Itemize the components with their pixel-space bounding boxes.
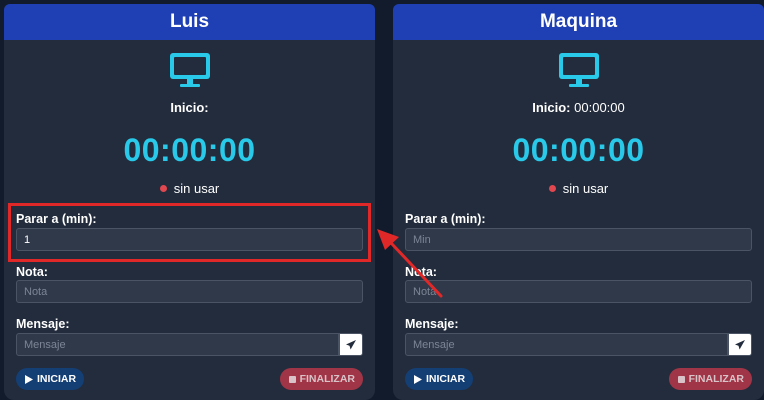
iniciar-button[interactable]: INICIAR xyxy=(405,368,474,390)
iniciar-label: INICIAR xyxy=(37,373,77,385)
status-text: sin usar xyxy=(562,181,609,196)
play-icon xyxy=(25,374,33,384)
nota-label: Nota: xyxy=(16,265,48,279)
elapsed-timer: 00:00:00 xyxy=(512,132,645,168)
inicio-row: Inicio: xyxy=(4,100,375,115)
stop-icon xyxy=(677,375,685,383)
station-name: Maquina xyxy=(539,11,618,32)
stop-icon xyxy=(288,375,296,383)
monitor-icon xyxy=(393,52,764,88)
status-dot-icon xyxy=(548,185,556,192)
mensaje-input[interactable] xyxy=(16,333,339,356)
status-dot-icon xyxy=(159,185,167,192)
mensaje-input[interactable] xyxy=(405,333,728,356)
monitor-icon xyxy=(4,52,375,88)
status-text: sin usar xyxy=(173,181,220,196)
station-header: Luis xyxy=(4,4,375,40)
finalizar-button[interactable]: FINALIZAR xyxy=(668,368,752,390)
nota-label: Nota: xyxy=(405,265,437,279)
finalizar-label: FINALIZAR xyxy=(299,373,355,385)
inicio-label: Inicio: xyxy=(170,100,209,115)
iniciar-label: INICIAR xyxy=(426,373,466,385)
paper-plane-icon xyxy=(346,339,356,349)
nota-input[interactable] xyxy=(405,280,752,303)
inicio-row: Inicio: 00:00:00 xyxy=(393,100,764,115)
send-message-button[interactable] xyxy=(339,333,363,356)
station-card-maquina: Maquina Inicio: 00:00:00 00:00:00 sin us… xyxy=(393,4,764,400)
mensaje-label: Mensaje: xyxy=(16,317,70,331)
status-row: sin usar xyxy=(4,181,375,196)
station-name: Luis xyxy=(169,11,210,32)
play-icon xyxy=(414,374,422,384)
station-header: Maquina xyxy=(393,4,764,40)
finalizar-button[interactable]: FINALIZAR xyxy=(279,368,363,390)
parar-input[interactable] xyxy=(405,228,752,251)
annotation-highlight-box xyxy=(8,203,371,262)
elapsed-timer: 00:00:00 xyxy=(123,132,256,168)
parar-label: Parar a (min): xyxy=(405,212,486,226)
status-row: sin usar xyxy=(393,181,764,196)
stage: Luis Inicio: 00:00:00 sin usar Parar a (… xyxy=(0,0,764,400)
inicio-label: Inicio: xyxy=(532,100,571,115)
finalizar-label: FINALIZAR xyxy=(688,373,744,385)
station-card-luis: Luis Inicio: 00:00:00 sin usar Parar a (… xyxy=(4,4,375,400)
paper-plane-icon xyxy=(735,339,745,349)
send-message-button[interactable] xyxy=(728,333,752,356)
mensaje-label: Mensaje: xyxy=(405,317,459,331)
iniciar-button[interactable]: INICIAR xyxy=(16,368,85,390)
inicio-value: 00:00:00 xyxy=(574,100,625,115)
nota-input[interactable] xyxy=(16,280,363,303)
